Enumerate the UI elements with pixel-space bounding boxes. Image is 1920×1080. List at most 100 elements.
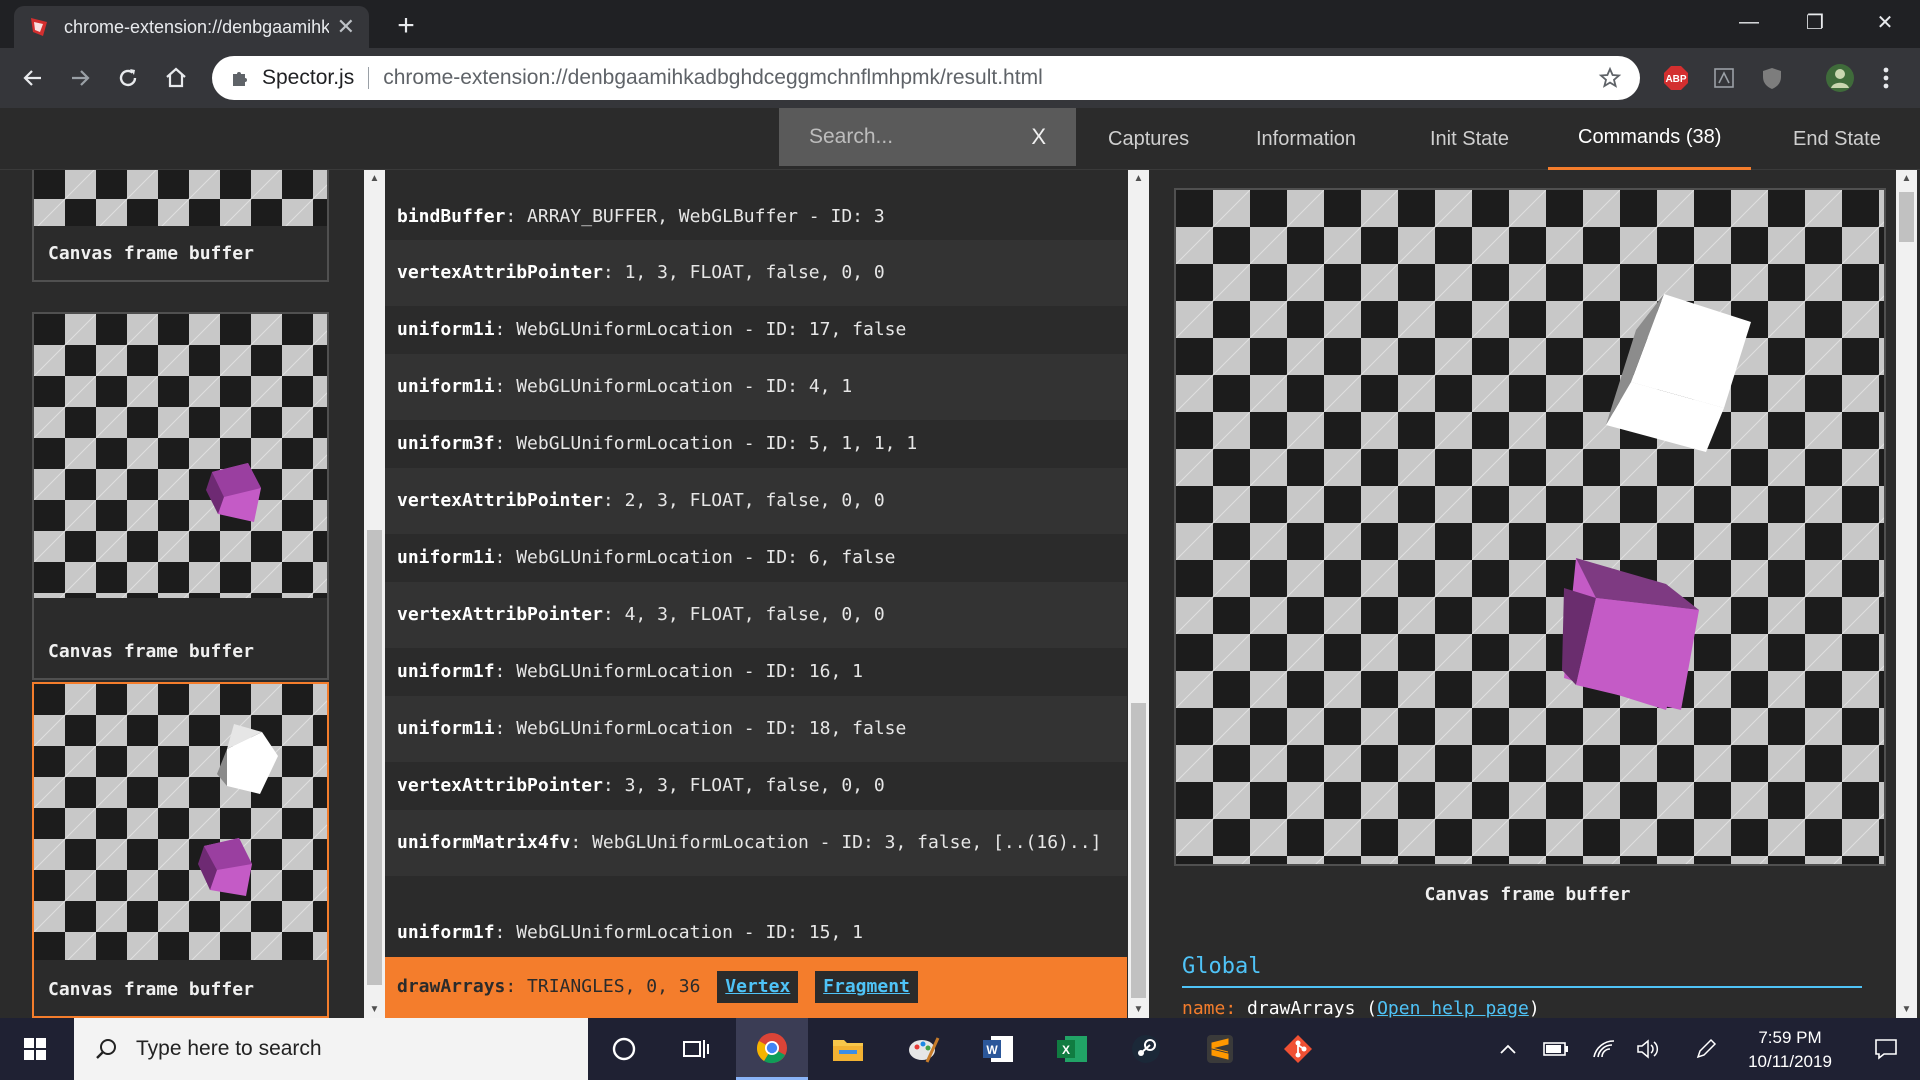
commands-scrollbar[interactable]: ▲ ▼ xyxy=(1128,170,1149,1018)
checker-thumbnail xyxy=(34,314,327,598)
tab-captures[interactable]: Captures xyxy=(1108,108,1189,170)
fragment-shader-link[interactable]: Fragment xyxy=(815,971,918,1003)
capture-thumbnail[interactable]: Canvas frame buffer xyxy=(32,170,329,282)
capture-thumbnail-selected[interactable]: Canvas frame buffer xyxy=(32,682,329,1018)
tab-init-state[interactable]: Init State xyxy=(1430,108,1509,170)
adblock-extension-button[interactable]: ABP xyxy=(1660,62,1692,94)
avatar-icon xyxy=(1826,64,1854,92)
tab-title: chrome-extension://denbgaamihkadbghdcegg… xyxy=(64,16,329,37)
svg-text:W: W xyxy=(986,1043,998,1057)
command-name: bindBuffer xyxy=(397,206,506,227)
shield-icon xyxy=(1763,68,1781,89)
command-args: : 4, 3, FLOAT, false, 0, 0 xyxy=(602,604,885,625)
scroll-thumb[interactable] xyxy=(1899,192,1914,242)
command-name: uniform1i xyxy=(397,319,495,340)
command-row-active[interactable]: drawArrays: TRIANGLES, 0, 36 Vertex Frag… xyxy=(385,957,1127,1018)
address-separator xyxy=(368,67,370,89)
scroll-down-arrow-icon[interactable]: ▼ xyxy=(1128,1001,1149,1018)
detail-scrollbar[interactable]: ▲ ▼ xyxy=(1896,170,1917,1018)
chrome-taskbar-button[interactable] xyxy=(736,1018,808,1080)
steam-taskbar-button[interactable] xyxy=(1110,1018,1182,1080)
checker-thumbnail xyxy=(34,684,327,960)
task-view-button[interactable] xyxy=(660,1018,732,1080)
paint-taskbar-button[interactable] xyxy=(888,1018,960,1080)
help-open-paren: ( xyxy=(1366,998,1378,1018)
scroll-down-arrow-icon[interactable]: ▼ xyxy=(364,1001,385,1018)
address-bar[interactable]: Spector.js chrome-extension://denbgaamih… xyxy=(212,56,1640,100)
start-button[interactable] xyxy=(0,1018,70,1080)
command-name: uniform1i xyxy=(397,376,495,397)
minimize-button[interactable]: — xyxy=(1716,0,1782,44)
capture-label: Canvas frame buffer xyxy=(48,641,254,662)
network-button[interactable] xyxy=(1588,1018,1620,1080)
sublime-icon xyxy=(1207,1035,1233,1063)
command-search-input[interactable]: Search... X xyxy=(779,108,1076,166)
reload-button[interactable] xyxy=(108,58,148,98)
word-taskbar-button[interactable]: W xyxy=(962,1018,1034,1080)
paint-icon xyxy=(909,1037,940,1063)
windows-taskbar: Type here to search W X 7:59 PM 10/11/20… xyxy=(0,1018,1920,1080)
capture-thumbnail[interactable]: Canvas frame buffer xyxy=(32,312,329,680)
browser-toolbar: Spector.js chrome-extension://denbgaamih… xyxy=(0,48,1920,108)
command-row[interactable]: uniformMatrix4fv: WebGLUniformLocation -… xyxy=(385,810,1127,876)
git-icon xyxy=(1284,1035,1312,1063)
command-name: vertexAttribPointer xyxy=(397,775,603,796)
tab-commands[interactable]: Commands (38) xyxy=(1548,108,1752,170)
home-button[interactable] xyxy=(156,58,196,98)
vertex-shader-link[interactable]: Vertex xyxy=(717,971,799,1003)
browser-tab[interactable]: chrome-extension://denbgaamihkadbghdcegg… xyxy=(14,6,369,48)
forward-button[interactable] xyxy=(60,58,100,98)
clear-search-button[interactable]: X xyxy=(1031,124,1046,150)
restore-button[interactable]: ❐ xyxy=(1782,0,1848,44)
tab-information[interactable]: Information xyxy=(1256,108,1356,170)
scroll-up-arrow-icon[interactable]: ▲ xyxy=(364,170,385,187)
profile-avatar-button[interactable] xyxy=(1824,62,1856,94)
back-button[interactable] xyxy=(13,58,53,98)
scroll-thumb[interactable] xyxy=(367,530,382,985)
file-explorer-taskbar-button[interactable] xyxy=(812,1018,884,1080)
browser-tabstrip: chrome-extension://denbgaamihkadbghdcegg… xyxy=(0,0,1920,48)
steam-icon xyxy=(1132,1035,1160,1063)
checker-thumbnail xyxy=(34,170,327,226)
command-args: : ARRAY_BUFFER, WebGLBuffer - ID: 3 xyxy=(505,206,885,227)
tab-close-icon[interactable]: ✕ xyxy=(337,14,355,40)
reload-icon xyxy=(119,69,137,87)
command-args: : WebGLUniformLocation - ID: 17, false xyxy=(494,319,907,340)
scroll-thumb[interactable] xyxy=(1131,703,1146,998)
command-args: : 2, 3, FLOAT, false, 0, 0 xyxy=(602,490,885,511)
command-args: : TRIANGLES, 0, 36 xyxy=(505,976,701,997)
bookmark-star-icon[interactable] xyxy=(1598,66,1622,90)
global-section-title: Global xyxy=(1182,954,1262,979)
command-args: : WebGLUniformLocation - ID: 6, false xyxy=(494,547,896,568)
tab-end-state[interactable]: End State xyxy=(1793,108,1881,170)
command-name: vertexAttribPointer xyxy=(397,490,603,511)
scroll-down-arrow-icon[interactable]: ▼ xyxy=(1896,1001,1917,1018)
close-window-button[interactable]: ✕ xyxy=(1852,0,1918,44)
commands-list: bindBuffer: ARRAY_BUFFER, WebGLBuffer - … xyxy=(385,184,1127,1018)
sublime-taskbar-button[interactable] xyxy=(1184,1018,1256,1080)
taskbar-search-input[interactable]: Type here to search xyxy=(74,1018,588,1080)
pdf-extension-button[interactable] xyxy=(1708,62,1740,94)
scroll-up-arrow-icon[interactable]: ▲ xyxy=(1128,170,1149,187)
chrome-menu-button[interactable] xyxy=(1870,62,1902,94)
excel-taskbar-button[interactable]: X xyxy=(1036,1018,1108,1080)
pen-workspace-button[interactable] xyxy=(1690,1018,1722,1080)
captures-scrollbar[interactable]: ▲ ▼ xyxy=(364,170,385,1018)
canvas-label: Canvas frame buffer xyxy=(1424,884,1631,905)
taskbar-clock[interactable]: 7:59 PM 10/11/2019 xyxy=(1720,1026,1860,1074)
command-name: drawArrays xyxy=(397,976,506,997)
scroll-up-arrow-icon[interactable]: ▲ xyxy=(1896,170,1917,187)
open-help-page-link[interactable]: Open help page xyxy=(1377,998,1529,1018)
battery-button[interactable] xyxy=(1540,1018,1572,1080)
battery-icon xyxy=(1543,1042,1568,1056)
cortana-button[interactable] xyxy=(588,1018,660,1080)
command-args: : WebGLUniformLocation - ID: 4, 1 xyxy=(494,376,853,397)
volume-button[interactable] xyxy=(1632,1018,1664,1080)
shield-extension-button[interactable] xyxy=(1756,62,1788,94)
action-center-button[interactable] xyxy=(1866,1018,1906,1080)
command-name-row: name: drawArrays (Open help page) xyxy=(1182,998,1540,1018)
new-tab-button[interactable]: + xyxy=(388,8,424,44)
tray-overflow-button[interactable] xyxy=(1492,1018,1524,1080)
git-taskbar-button[interactable] xyxy=(1262,1018,1334,1080)
capture-label: Canvas frame buffer xyxy=(48,979,254,1000)
